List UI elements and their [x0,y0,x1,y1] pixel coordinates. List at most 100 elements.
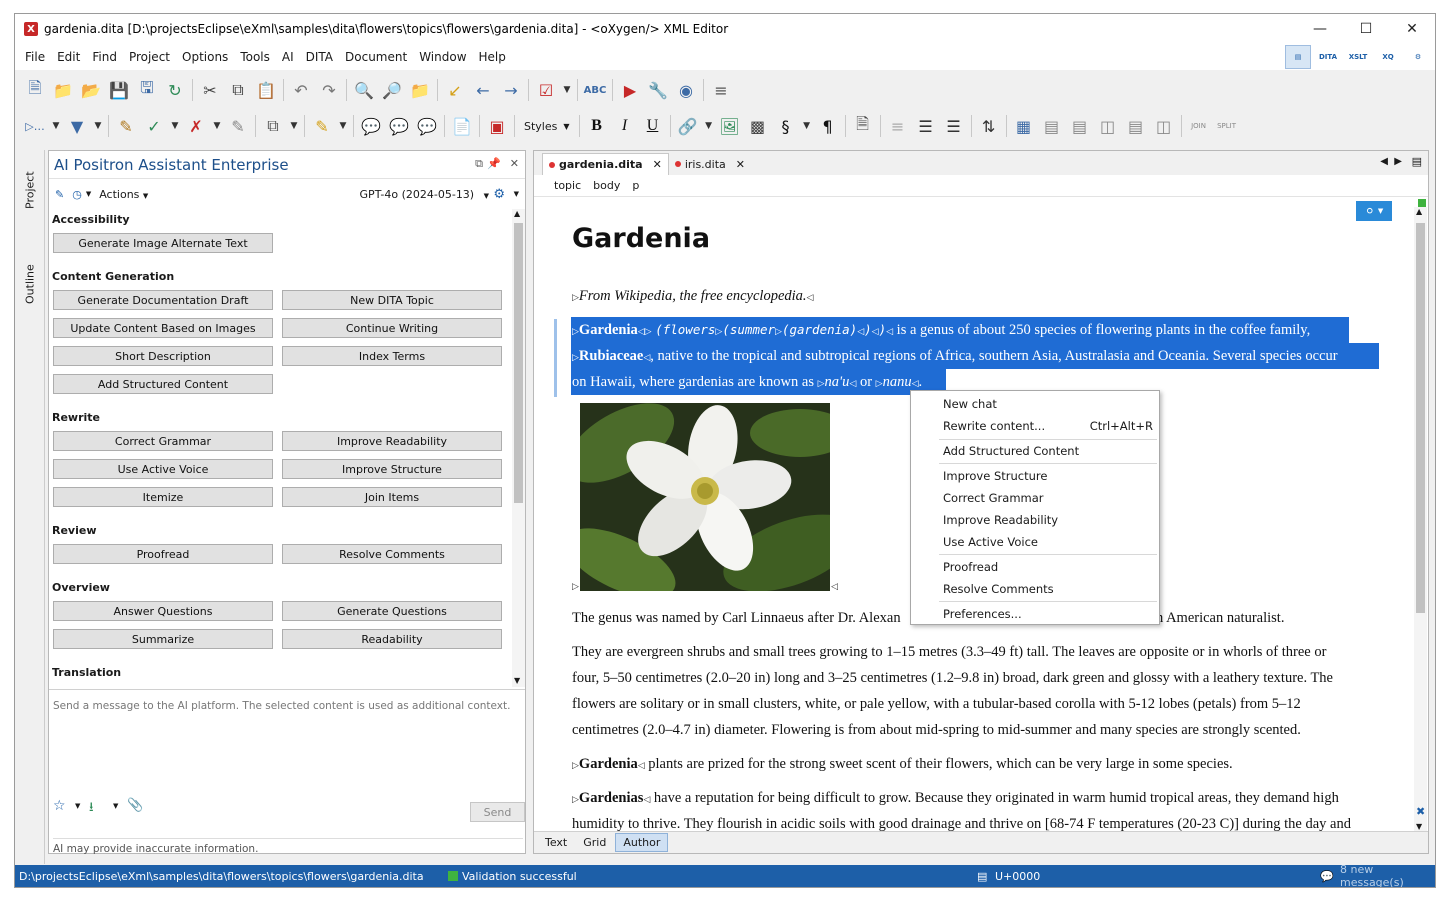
insert-media-icon[interactable]: ▩ [744,113,772,139]
filter-dropdown-icon[interactable]: ▼ [91,113,105,139]
validate-dropdown-icon[interactable]: ▼ [560,77,574,103]
mode-text[interactable]: Text [538,834,574,851]
tab-list-icon[interactable]: ▤ [1412,155,1422,168]
insert-table-icon[interactable]: ▦ [1010,113,1038,139]
menu-document[interactable]: Document [339,50,413,64]
menu-item-preferences[interactable]: Preferences... [911,603,1159,625]
tab-outline[interactable]: Outline [19,254,41,314]
join-items-button[interactable]: Join Items [282,487,502,507]
ai-quick-action-button[interactable]: ⚪ ▼ [1356,201,1392,221]
open-file-icon[interactable]: 📁 [49,77,77,103]
find-in-project-icon[interactable]: 📁 [406,77,434,103]
generate-doc-draft-button[interactable]: Generate Documentation Draft [53,290,273,310]
manage-dropdown-icon[interactable]: ▼ [287,113,301,139]
split-cell-icon[interactable]: SPLIT [1213,113,1241,139]
menu-item-use-active-voice[interactable]: Use Active Voice [911,531,1159,553]
scroll-down-icon[interactable]: ▼ [514,676,520,685]
accept-dropdown-icon[interactable]: ▼ [168,113,182,139]
accept-change-icon[interactable]: ✓ [140,113,168,139]
tab-project[interactable]: Project [19,160,41,220]
flag-icon[interactable]: ▣ [483,113,511,139]
menu-item-improve-structure[interactable]: Improve Structure [911,465,1159,487]
edit-comment-icon[interactable]: 💬 [385,113,413,139]
menu-options[interactable]: Options [176,50,234,64]
track-changes-icon[interactable]: ✎ [112,113,140,139]
manage-changes-icon[interactable]: ⧉ [259,113,287,139]
redo-icon[interactable]: ↷ [315,77,343,103]
menu-tools[interactable]: Tools [234,50,276,64]
ordered-list-icon[interactable]: ☰ [912,113,940,139]
add-structured-content-button[interactable]: Add Structured Content [53,374,273,394]
find-in-files-icon[interactable]: 🔎 [378,77,406,103]
paragraph-icon[interactable]: ¶ [814,113,842,139]
favorite-star-icon[interactable]: ☆ [53,798,66,814]
add-comment-icon[interactable]: 💬 [357,113,385,139]
improve-readability-button[interactable]: Improve Readability [282,431,502,451]
menu-item-rewrite-content[interactable]: Rewrite content... Ctrl+Alt+R [911,415,1159,437]
new-dita-topic-button[interactable]: New DITA Topic [282,290,502,310]
menu-item-correct-grammar[interactable]: Correct Grammar [911,487,1159,509]
menu-window[interactable]: Window [413,50,472,64]
filter-icon[interactable]: ▼ [63,113,91,139]
maximize-button[interactable]: ☐ [1343,14,1389,44]
resolve-comments-button[interactable]: Resolve Comments [282,544,502,564]
reject-dropdown-icon[interactable]: ▼ [210,113,224,139]
short-description-button[interactable]: Short Description [53,346,273,366]
answer-questions-button[interactable]: Answer Questions [53,601,273,621]
editor-scrollbar[interactable]: ▲ ▼ [1414,207,1427,833]
menu-file[interactable]: File [19,50,51,64]
breadcrumb-topic[interactable]: topic [554,179,581,192]
new-chat-icon[interactable]: ✎ [55,188,64,201]
close-tab-icon[interactable]: ✕ [653,158,662,171]
chat-input-area[interactable]: Send a message to the AI platform. The s… [49,689,525,855]
close-tab-icon[interactable]: ✕ [736,158,745,171]
remove-comment-icon[interactable]: 💬 [413,113,441,139]
table-properties-icon[interactable]: ◫ [1150,113,1178,139]
go-to-last-modification-icon[interactable]: ↙ [441,77,469,103]
send-button[interactable]: Send [470,802,525,822]
insert-reference-icon[interactable]: 🗎 [849,113,877,139]
improve-structure-button[interactable]: Improve Structure [282,459,502,479]
database-perspective-button[interactable]: ⚙ [1405,45,1431,69]
breadcrumb-body[interactable]: body [593,179,620,192]
use-active-voice-button[interactable]: Use Active Voice [53,459,273,479]
copy-icon[interactable]: ⧉ [224,77,252,103]
editor-perspective-button[interactable]: ▤ [1285,45,1311,69]
itemize-button[interactable]: Itemize [53,487,273,507]
highlight-dropdown-icon[interactable]: ▼ [336,113,350,139]
mode-grid[interactable]: Grid [576,834,613,851]
styles-dropdown[interactable]: Styles ▼ [518,115,576,137]
menu-item-proofread[interactable]: Proofread [911,556,1159,578]
tab-iris[interactable]: iris.dita ✕ [669,153,751,175]
error-marker-icon[interactable]: ✖ [1416,805,1425,818]
import-icon[interactable]: ⭳ [89,798,94,820]
menu-project[interactable]: Project [123,50,176,64]
highlight-icon[interactable]: ✎ [308,113,336,139]
debug-transformation-icon[interactable]: ◉ [672,77,700,103]
link-dropdown-icon[interactable]: ▼ [702,113,716,139]
undo-icon[interactable]: ↶ [287,77,315,103]
italic-icon[interactable]: I [611,113,639,139]
link-icon[interactable]: 🔗 [674,113,702,139]
pin-icon[interactable]: 📌 [487,157,501,170]
tab-scroll-left-icon[interactable]: ◀ [1380,156,1388,167]
open-url-icon[interactable]: 📂 [77,77,105,103]
step-list-icon[interactable]: ≡ [884,113,912,139]
scroll-up-icon[interactable]: ▲ [514,209,520,218]
menu-item-add-structured[interactable]: Add Structured Content [911,440,1159,462]
format-indent-icon[interactable]: ≡ [707,77,735,103]
update-content-images-button[interactable]: Update Content Based on Images [53,318,273,338]
spell-check-icon[interactable]: ABC [581,77,609,103]
messages-icon[interactable]: 💬 [1320,870,1334,883]
menu-item-resolve-comments[interactable]: Resolve Comments [911,578,1159,600]
menu-edit[interactable]: Edit [51,50,86,64]
validate-icon[interactable]: ☑ [532,77,560,103]
dita-perspective-button[interactable]: DITA [1315,45,1341,69]
menu-ai[interactable]: AI [276,50,300,64]
status-validation[interactable]: Validation successful [462,870,577,883]
generate-questions-button[interactable]: Generate Questions [282,601,502,621]
menu-dita[interactable]: DITA [300,50,339,64]
actions-menu[interactable]: Actions ▼ [99,188,148,201]
model-selector[interactable]: GPT-4o (2024-05-13) ▼ [360,188,489,201]
gardenia-flower-image[interactable] [580,403,830,591]
